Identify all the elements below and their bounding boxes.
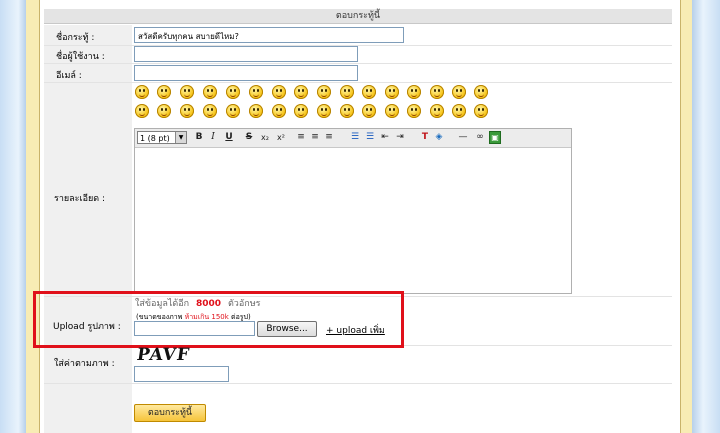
underline-button[interactable]: U [223, 131, 235, 144]
emoticon[interactable] [272, 104, 286, 118]
subscript-button[interactable]: x₂ [258, 131, 272, 144]
emoticon[interactable] [294, 104, 308, 118]
background-color-icon[interactable]: ◈ [433, 131, 445, 144]
emoticon[interactable] [474, 104, 488, 118]
emoticon[interactable] [362, 104, 376, 118]
emoticon[interactable] [430, 85, 444, 99]
row-divider [44, 63, 672, 64]
emoticon[interactable] [452, 104, 466, 118]
emoticon[interactable] [135, 85, 149, 99]
emoticon[interactable] [180, 104, 194, 118]
font-size-select[interactable]: 1 (8 pt) ▼ [137, 131, 187, 144]
emoticon[interactable] [226, 85, 240, 99]
chevron-down-icon: ▼ [175, 132, 186, 143]
emoticon[interactable] [362, 85, 376, 99]
link-icon[interactable]: ∞ [473, 131, 487, 144]
captcha-input[interactable] [134, 366, 229, 382]
left-frame [26, 0, 40, 433]
right-frame [680, 0, 692, 433]
emoticon[interactable] [407, 85, 421, 99]
indent-icon[interactable]: ⇥ [394, 131, 406, 144]
unordered-list-icon[interactable]: ☰ [364, 131, 376, 144]
text-color-icon[interactable]: T [419, 131, 431, 144]
emoticon[interactable] [385, 85, 399, 99]
font-size-value: 1 (8 pt) [140, 134, 170, 143]
superscript-button[interactable]: x² [274, 131, 288, 144]
editor-toolbar: 1 (8 pt) ▼ B I U S x₂ x² ≡ ≡ ≡ ☰ ☰ ⇤ ⇥ T… [135, 129, 571, 148]
strikethrough-button[interactable]: S [243, 131, 255, 144]
emoticon[interactable] [317, 85, 331, 99]
emoticon[interactable] [294, 85, 308, 99]
emoticon[interactable] [272, 85, 286, 99]
italic-button[interactable]: I [207, 131, 219, 144]
captcha-label: ใส่ค่าตามภาพ : [54, 359, 115, 369]
emoticon[interactable] [385, 104, 399, 118]
emoticon[interactable] [203, 85, 217, 99]
emoticon[interactable] [430, 104, 444, 118]
emoticon[interactable] [180, 85, 194, 99]
left-background [0, 0, 26, 433]
emoticon[interactable] [317, 104, 331, 118]
username-input[interactable] [134, 46, 358, 62]
title-input[interactable]: สวัสดีครับทุกคน สบายดีไหม? [134, 27, 404, 43]
emoticon[interactable] [407, 104, 421, 118]
emoticon[interactable] [452, 85, 466, 99]
email-label: อีเมล์ : [56, 71, 82, 81]
row-divider [44, 82, 672, 83]
detail-label: รายละเอียด : [54, 194, 106, 204]
emoticon[interactable] [157, 85, 171, 99]
horizontal-rule-icon[interactable]: — [457, 131, 469, 144]
title-label: ชื่อกระทู้ : [56, 33, 95, 43]
bold-button[interactable]: B [193, 131, 205, 144]
upload-highlight-box [33, 291, 404, 348]
emoticon[interactable] [249, 104, 263, 118]
label-cell [44, 384, 132, 433]
align-left-icon[interactable]: ≡ [295, 131, 307, 144]
outdent-icon[interactable]: ⇤ [379, 131, 391, 144]
username-label: ชื่อผู้ใช้งาน : [56, 52, 105, 62]
align-center-icon[interactable]: ≡ [309, 131, 321, 144]
emoticon[interactable] [340, 104, 354, 118]
ordered-list-icon[interactable]: ☰ [349, 131, 361, 144]
emoticon[interactable] [203, 104, 217, 118]
emoticon[interactable] [226, 104, 240, 118]
align-right-icon[interactable]: ≡ [323, 131, 335, 144]
emoticon[interactable] [340, 85, 354, 99]
emoticon[interactable] [249, 85, 263, 99]
captcha-image: PAVF [135, 345, 192, 365]
submit-reply-button[interactable]: ตอบกระทู้นี้ [134, 404, 206, 422]
label-cell [44, 83, 132, 296]
rich-text-editor[interactable]: 1 (8 pt) ▼ B I U S x₂ x² ≡ ≡ ≡ ☰ ☰ ⇤ ⇥ T… [134, 128, 572, 294]
row-divider [44, 383, 672, 384]
emoticon[interactable] [135, 104, 149, 118]
form-header: ตอบกระทู้นี้ [44, 9, 672, 24]
insert-image-icon[interactable]: ▣ [489, 131, 501, 144]
emoticon[interactable] [157, 104, 171, 118]
emoticon[interactable] [474, 85, 488, 99]
email-input[interactable] [134, 65, 358, 81]
right-background [692, 0, 720, 433]
